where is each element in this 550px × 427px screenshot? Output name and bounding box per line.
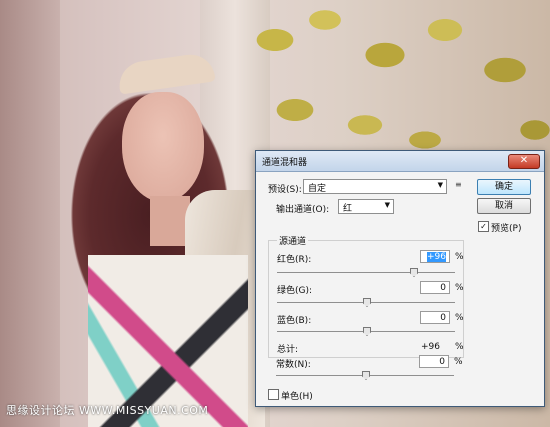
red-value-field[interactable]: +96 (420, 250, 450, 263)
model-neck (150, 196, 190, 246)
preset-select[interactable]: 自定 ▼ (303, 179, 447, 194)
blue-label: 蓝色(B): (277, 316, 312, 326)
red-slider-track[interactable] (277, 272, 455, 273)
source-channels-legend: 源通道 (277, 234, 309, 247)
red-value: +96 (427, 252, 446, 262)
constant-value-field[interactable]: 0 (419, 355, 449, 368)
chevron-down-icon: ▼ (384, 201, 390, 209)
close-button[interactable]: ✕ (508, 154, 540, 169)
preset-options-icon[interactable]: ≡ (455, 180, 462, 189)
preview-label: 预览(P) (491, 224, 522, 234)
monochrome-label: 单色(H) (281, 392, 313, 402)
dialog-titlebar[interactable]: 通道混和器 ✕ (256, 151, 544, 172)
blue-value-field[interactable]: 0 (420, 311, 450, 324)
ok-button[interactable]: 确定 (477, 179, 531, 195)
preset-value: 自定 (308, 184, 327, 194)
output-channel-label: 输出通道(O): (276, 205, 330, 215)
preview-checkbox[interactable]: ✓ (478, 221, 489, 232)
green-label: 绿色(G): (277, 286, 313, 296)
constant-percent: % (454, 357, 463, 367)
chevron-down-icon: ▼ (437, 181, 443, 189)
constant-slider-thumb[interactable] (362, 371, 370, 380)
total-value: +96 (421, 342, 440, 352)
dialog-body: 预设(S): 自定 ▼ ≡ 输出通道(O): 红 ▼ 确定 取消 ✓ 预览(P)… (256, 172, 544, 406)
ivy-leaves (235, 0, 550, 160)
monochrome-checkbox[interactable] (268, 389, 279, 400)
preset-label: 预设(S): (268, 185, 302, 195)
model-face (122, 92, 204, 202)
green-value-field[interactable]: 0 (420, 281, 450, 294)
constant-label: 常数(N): (276, 360, 311, 370)
red-label: 红色(R): (277, 255, 312, 265)
channel-mixer-dialog: 通道混和器 ✕ 预设(S): 自定 ▼ ≡ 输出通道(O): 红 ▼ 确定 取消… (255, 150, 545, 407)
output-channel-value: 红 (343, 204, 353, 214)
total-label: 总计: (277, 345, 299, 355)
red-percent: % (455, 252, 464, 262)
blue-value: 0 (440, 313, 446, 323)
output-channel-select[interactable]: 红 ▼ (338, 199, 394, 214)
dialog-title: 通道混和器 (262, 158, 308, 168)
cancel-button[interactable]: 取消 (477, 198, 531, 214)
total-percent: % (455, 342, 464, 352)
green-percent: % (455, 283, 464, 293)
source-channels-group: 源通道 红色(R): +96 % 绿色(G): 0 % 蓝色(B): 0 % 总… (268, 234, 464, 358)
green-value: 0 (440, 283, 446, 293)
blue-percent: % (455, 313, 464, 323)
red-slider-thumb[interactable] (410, 268, 418, 277)
blue-slider-thumb[interactable] (363, 327, 371, 336)
constant-value: 0 (439, 357, 445, 367)
site-watermark: 思缘设计论坛 WWW.MISSYUAN.COM (6, 404, 209, 417)
green-slider-thumb[interactable] (363, 298, 371, 307)
